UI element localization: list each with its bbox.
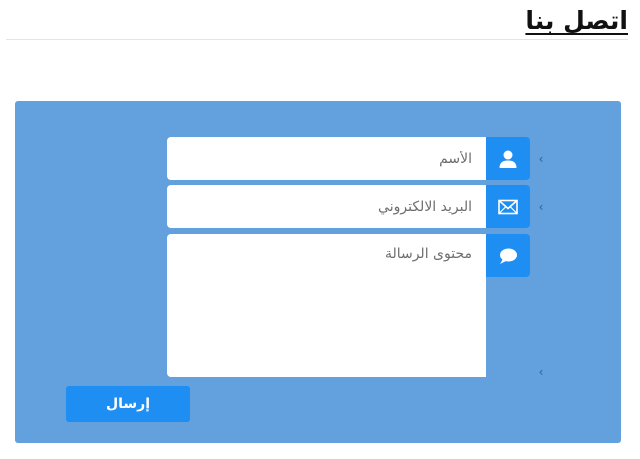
contact-form-panel: ‹ ‹ ‹ إرسال (15, 101, 621, 443)
message-textarea[interactable] (167, 234, 486, 377)
chevron-left-icon: ‹ (538, 152, 544, 166)
chevron-left-icon: ‹ (538, 200, 544, 214)
speech-bubble-icon (498, 247, 518, 265)
chevron-left-icon: ‹ (538, 365, 544, 379)
message-icon-box (486, 234, 530, 277)
email-icon-box (486, 185, 530, 228)
submit-button[interactable]: إرسال (66, 386, 190, 422)
name-field (167, 137, 486, 180)
message-field (167, 234, 486, 377)
page-title: اتصل بنا (525, 6, 628, 35)
title-divider (6, 39, 628, 40)
name-input[interactable] (167, 137, 486, 180)
name-icon-box (486, 137, 530, 180)
envelope-icon (498, 199, 518, 215)
email-field (167, 185, 486, 228)
email-input[interactable] (167, 185, 486, 228)
user-icon (498, 149, 518, 169)
